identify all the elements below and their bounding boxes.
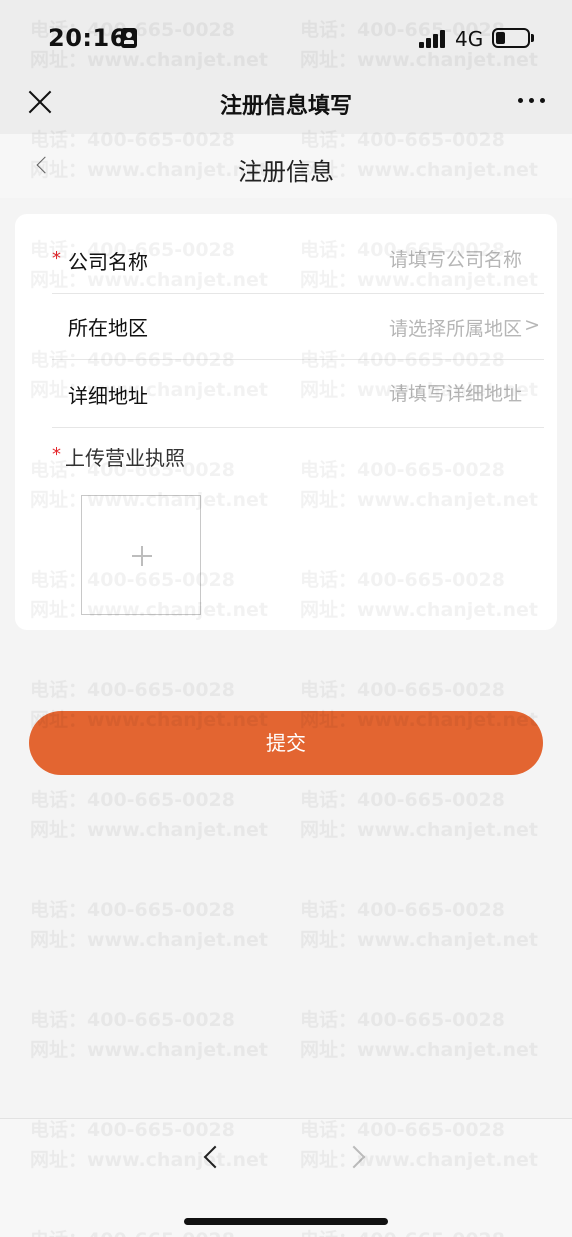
- nav-bar: 注册信息填写: [0, 76, 572, 134]
- chevron-right-icon: >: [524, 314, 540, 336]
- license-upload-button[interactable]: [81, 495, 201, 615]
- chevron-left-icon[interactable]: [198, 1141, 222, 1171]
- company-name-input[interactable]: [262, 228, 522, 292]
- watermark-site: 网址：www.chanjet.net: [300, 929, 538, 951]
- more-options-icon[interactable]: [518, 96, 546, 106]
- watermark-text: 电话：400-665-0028 网址：www.chanjet.net: [30, 895, 268, 955]
- bottom-nav-bar: [0, 1118, 572, 1237]
- home-indicator[interactable]: [184, 1218, 388, 1225]
- watermark-site: 网址：www.chanjet.net: [30, 929, 268, 951]
- battery-cap: [531, 34, 534, 42]
- registration-form-card: * 公司名称 所在地区 请选择所属地区 > 详细地址 * 上传营业执照: [15, 214, 557, 630]
- required-mark: *: [52, 248, 61, 269]
- submit-button[interactable]: 提交: [29, 711, 543, 775]
- watermark-text: 电话：400-665-0028 网址：www.chanjet.net: [30, 785, 268, 845]
- company-name-row: * 公司名称: [52, 228, 544, 294]
- company-name-label: 公司名称: [68, 250, 148, 274]
- watermark-text: 电话：400-665-0028 网址：www.chanjet.net: [300, 785, 538, 845]
- watermark-site: 网址：www.chanjet.net: [300, 819, 538, 841]
- watermark-text: 电话：400-665-0028 网址：www.chanjet.net: [30, 1005, 268, 1065]
- region-row[interactable]: 所在地区 请选择所属地区 >: [52, 294, 544, 360]
- watermark-phone: 电话：400-665-0028: [30, 679, 235, 701]
- watermark-site: 网址：www.chanjet.net: [300, 1039, 538, 1061]
- license-label: 上传营业执照: [65, 446, 185, 470]
- watermark-phone: 电话：400-665-0028: [30, 1009, 235, 1031]
- watermark-text: 电话：400-665-0028 网址：www.chanjet.net: [300, 895, 538, 955]
- sub-header-title: 注册信息: [238, 158, 334, 186]
- address-label: 详细地址: [68, 384, 148, 408]
- status-time: 20:16: [48, 24, 127, 52]
- cellular-signal-icon: [419, 30, 447, 48]
- region-select[interactable]: 请选择所属地区: [389, 314, 522, 341]
- chevron-right-icon[interactable]: [346, 1141, 370, 1171]
- plus-icon: [132, 546, 152, 566]
- watermark-site: 网址：www.chanjet.net: [30, 1039, 268, 1061]
- watermark-text: 电话：400-665-0028 网址：www.chanjet.net: [300, 1005, 538, 1065]
- watermark-phone: 电话：400-665-0028: [30, 789, 235, 811]
- required-mark: *: [52, 444, 61, 465]
- watermark-phone: 电话：400-665-0028: [300, 789, 505, 811]
- address-row: 详细地址: [52, 362, 544, 428]
- contact-card-icon: [121, 28, 137, 48]
- sub-header: 注册信息: [0, 134, 572, 198]
- watermark-phone: 电话：400-665-0028: [30, 899, 235, 921]
- battery-icon: [492, 28, 530, 48]
- watermark-phone: 电话：400-665-0028: [300, 1009, 505, 1031]
- watermark-phone: 电话：400-665-0028: [300, 899, 505, 921]
- region-label: 所在地区: [68, 316, 148, 340]
- watermark-phone: 电话：400-665-0028: [300, 679, 505, 701]
- status-bar: 20:16 4G: [0, 0, 572, 76]
- watermark-site: 网址：www.chanjet.net: [30, 819, 268, 841]
- page-title: 注册信息填写: [219, 94, 352, 119]
- network-type: 4G: [455, 27, 484, 51]
- address-input[interactable]: [262, 362, 522, 426]
